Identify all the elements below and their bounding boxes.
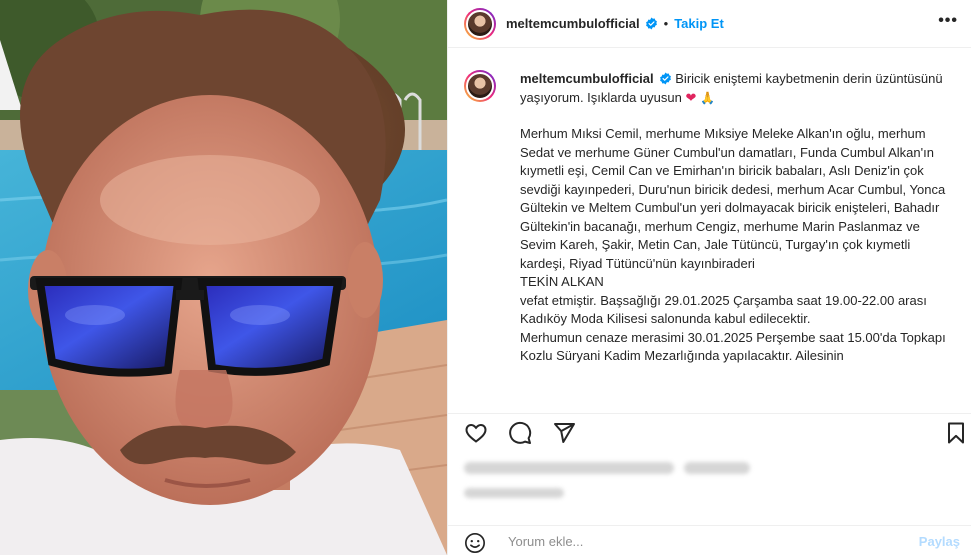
caption-area: meltemcumbulofficial Biricik eniştemi ka…: [448, 48, 971, 413]
more-options-icon[interactable]: •••: [938, 12, 958, 30]
deceased-name: TEKİN ALKAN: [520, 274, 604, 289]
comment-box: Paylaş: [448, 525, 971, 555]
caption-body: Merhum Mıksi Cemil, merhume Mıksiye Mele…: [520, 126, 946, 271]
share-icon[interactable]: [552, 421, 576, 445]
funeral-info-2: Merhumun cenaze merasimi 30.01.2025 Perş…: [520, 329, 946, 364]
funeral-info-1: vefat etmiştir. Başsağlığı 29.01.2025 Ça…: [520, 292, 927, 327]
heart-icon[interactable]: [464, 421, 488, 445]
post-comment-button[interactable]: Paylaş: [919, 534, 960, 549]
follow-button[interactable]: Takip Et: [674, 16, 724, 31]
emoji-icon[interactable]: [464, 532, 486, 554]
post-header: meltemcumbulofficial • Takip Et •••: [448, 0, 971, 48]
verified-badge-icon: [645, 17, 657, 30]
caption-username[interactable]: meltemcumbulofficial: [520, 71, 654, 86]
verified-badge-icon: [659, 72, 671, 85]
bookmark-icon[interactable]: [944, 421, 968, 445]
praying-hands-emoji-icon: 🙏: [700, 90, 715, 105]
red-heart-emoji-icon: ❤: [685, 89, 697, 105]
post-photo-image: [0, 0, 447, 555]
action-bar: [448, 413, 971, 451]
timestamp-blurred: [464, 488, 564, 498]
separator-dot: •: [663, 16, 669, 31]
username-link[interactable]: meltemcumbulofficial: [506, 16, 640, 31]
post-panel: meltemcumbulofficial • Takip Et ••• melt…: [447, 0, 971, 555]
post-photo[interactable]: [0, 0, 447, 555]
caption-text: meltemcumbulofficial Biricik eniştemi ka…: [520, 70, 956, 366]
profile-avatar[interactable]: [464, 7, 496, 40]
comment-icon[interactable]: [508, 421, 532, 445]
likes-summary-blurred: [464, 462, 750, 474]
comment-input[interactable]: [508, 534, 908, 549]
caption-avatar[interactable]: [464, 70, 496, 102]
